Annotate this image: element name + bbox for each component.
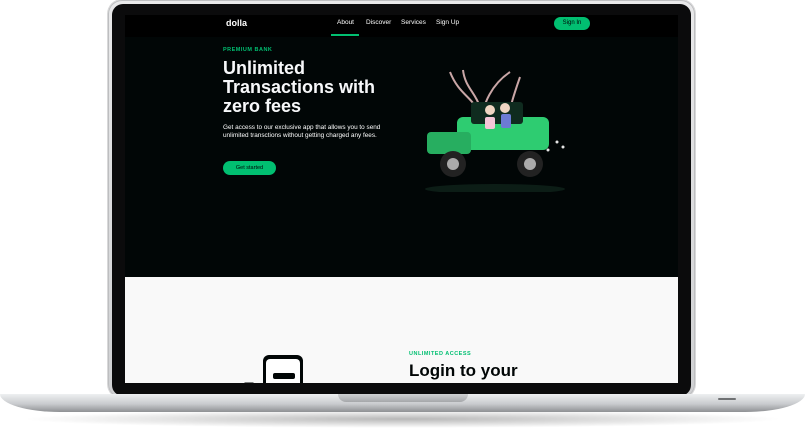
laptop-led bbox=[718, 398, 736, 400]
nav-link-discover[interactable]: Discover bbox=[366, 19, 391, 26]
hero-section: PREMIUM BANK Unlimited Transactions with… bbox=[125, 37, 678, 277]
navbar: dolla About Discover Services Sign Up Si… bbox=[125, 15, 678, 37]
logo[interactable]: dolla bbox=[226, 18, 247, 28]
sign-in-button[interactable]: Sign In bbox=[554, 17, 590, 30]
nav-link-about[interactable]: About bbox=[337, 19, 354, 26]
section-2-heading: Login to your bbox=[409, 361, 518, 380]
nav-link-signup[interactable]: Sign Up bbox=[436, 19, 459, 26]
nav-active-indicator bbox=[331, 34, 359, 36]
laptop-screen: dolla About Discover Services Sign Up Si… bbox=[125, 15, 678, 383]
get-started-button[interactable]: Get started bbox=[223, 161, 276, 175]
hero-headline: Unlimited Transactions with zero fees bbox=[223, 58, 376, 116]
laptop-shadow bbox=[20, 410, 785, 428]
laptop-notch bbox=[338, 394, 468, 402]
nav-link-services[interactable]: Services bbox=[401, 19, 426, 26]
car-illustration bbox=[425, 69, 565, 192]
hero-eyebrow: PREMIUM BANK bbox=[223, 47, 273, 53]
section-2: UNLIMITED ACCESS Login to your bbox=[125, 277, 678, 383]
phone-illustration bbox=[244, 355, 303, 383]
hero-description: Get access to our exclusive app that all… bbox=[223, 124, 381, 139]
section-2-eyebrow: UNLIMITED ACCESS bbox=[409, 351, 472, 357]
